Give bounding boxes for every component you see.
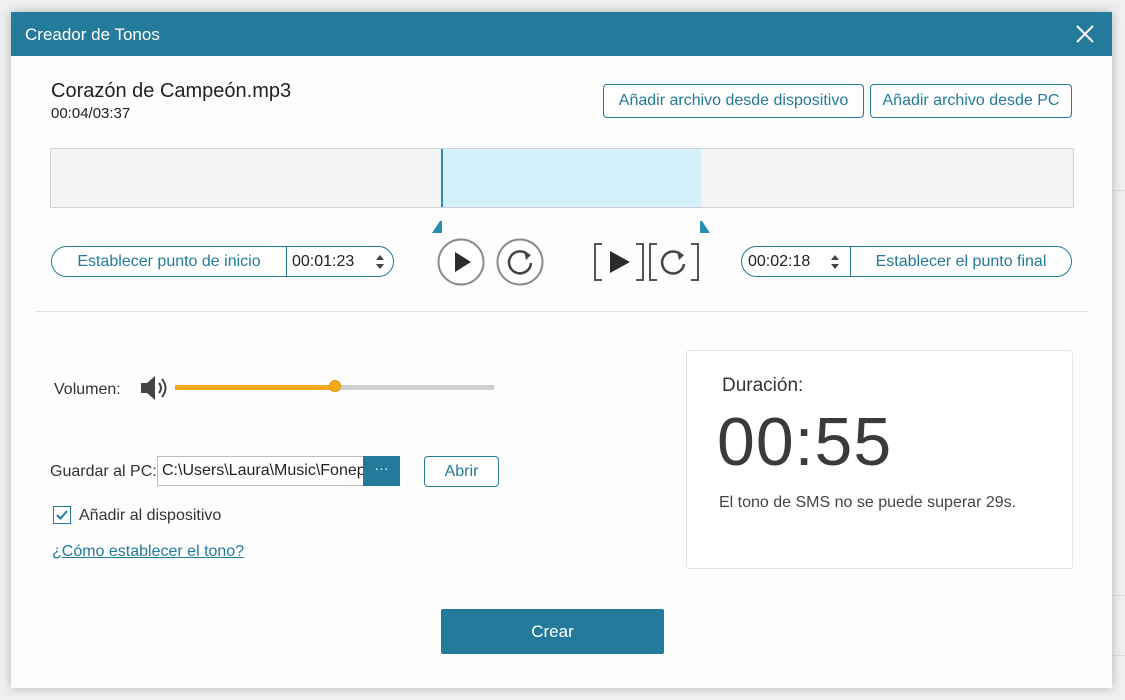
save-to-pc-label: Guardar al PC:	[50, 463, 157, 480]
waveform-track[interactable]	[50, 148, 1074, 208]
spinner-arrows-icon[interactable]	[375, 252, 385, 272]
duration-note: El tono de SMS no se puede superar 29s.	[719, 494, 1017, 511]
volume-slider-thumb[interactable]	[328, 380, 341, 392]
replay-selection-icon[interactable]	[648, 242, 700, 282]
end-time-field[interactable]: 00:02:18	[748, 247, 810, 276]
add-from-pc-button[interactable]: Añadir archivo desde PC	[870, 84, 1072, 118]
close-icon[interactable]	[1074, 23, 1096, 45]
start-handle[interactable]	[432, 221, 442, 233]
add-to-device-label[interactable]: Añadir al dispositivo	[79, 507, 221, 525]
play-selection-icon[interactable]	[593, 242, 645, 282]
window-title: Creador de Tonos	[25, 25, 160, 44]
duration-value: 00:55	[717, 404, 893, 480]
open-button[interactable]: Abrir	[424, 456, 499, 487]
start-point-control: Establecer punto de inicio 00:01:23	[51, 246, 394, 277]
duration-label: Duración:	[722, 375, 804, 396]
section-divider	[35, 311, 1088, 312]
volume-slider[interactable]	[175, 380, 494, 392]
replay-icon[interactable]	[496, 238, 544, 286]
end-point-control: 00:02:18 Establecer el punto final	[741, 246, 1072, 277]
create-button[interactable]: Crear	[441, 609, 664, 654]
volume-label: Volumen:	[54, 381, 121, 398]
save-path-field[interactable]: C:\Users\Laura\Music\Fonepaw	[157, 456, 364, 486]
file-name: Corazón de Campeón.mp3	[51, 80, 292, 102]
set-start-button[interactable]: Establecer punto de inicio	[52, 247, 286, 276]
checkmark-icon	[56, 510, 68, 520]
title-bar: Creador de Tonos	[11, 12, 1112, 56]
play-icon[interactable]	[437, 238, 485, 286]
spinner-arrows-icon[interactable]	[830, 252, 840, 272]
end-handle[interactable]	[700, 221, 710, 233]
selection-region[interactable]	[441, 149, 701, 207]
add-to-device-checkbox[interactable]	[53, 506, 71, 524]
separator	[286, 247, 287, 276]
set-end-button[interactable]: Establecer el punto final	[851, 247, 1071, 276]
playback-time: 00:04/03:37	[51, 105, 131, 122]
ringtone-maker-dialog: Creador de Tonos Corazón de Campeón.mp3 …	[11, 12, 1112, 688]
help-link[interactable]: ¿Cómo establecer el tono?	[52, 543, 244, 561]
add-from-device-button[interactable]: Añadir archivo desde dispositivo	[603, 84, 864, 118]
start-time-field[interactable]: 00:01:23	[292, 247, 354, 276]
duration-panel: Duración: 00:55 El tono de SMS no se pue…	[686, 350, 1073, 569]
volume-slider-fill	[175, 385, 335, 390]
volume-icon[interactable]	[139, 374, 169, 402]
browse-button[interactable]: ···	[363, 456, 400, 486]
